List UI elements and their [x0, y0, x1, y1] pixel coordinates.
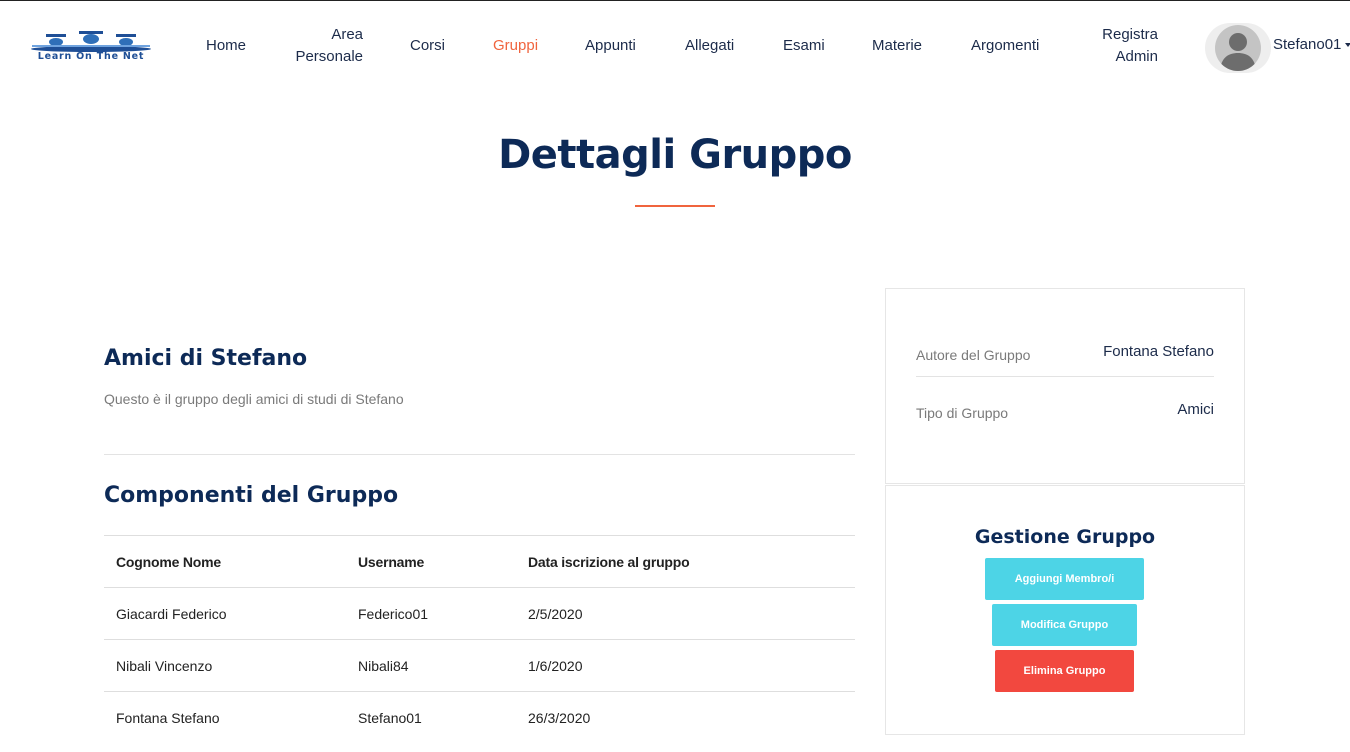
nav-appunti[interactable]: Appunti	[585, 35, 636, 57]
members-table: Cognome Nome Username Data iscrizione al…	[104, 535, 855, 744]
group-name: Amici di Stefano	[104, 346, 308, 371]
nav-home[interactable]: Home	[206, 35, 246, 57]
table-row: Giacardi Federico Federico01 2/5/2020	[104, 587, 855, 640]
member-join-date: 2/5/2020	[516, 587, 855, 640]
member-name: Fontana Stefano	[116, 709, 220, 726]
member-name: Giacardi Federico	[104, 587, 346, 640]
type-row: Tipo di Gruppo Amici	[916, 401, 1214, 421]
members-title: Componenti del Gruppo	[104, 483, 399, 508]
author-row: Autore del Gruppo Fontana Stefano	[916, 343, 1214, 363]
nav-gruppi[interactable]: Gruppi	[493, 35, 538, 57]
member-username: Nibali84	[346, 639, 516, 692]
logo-graduates-icon	[31, 31, 151, 52]
table-row: Fontana Stefano Stefano01 26/3/2020	[104, 692, 855, 744]
group-management-card: Gestione Gruppo Aggiungi Membro/i Modifi…	[885, 485, 1245, 735]
add-member-button[interactable]: Aggiungi Membro/i	[985, 558, 1144, 600]
member-join-date: 26/3/2020	[528, 709, 591, 726]
chevron-down-icon[interactable]	[1345, 43, 1350, 47]
column-header-name: Cognome Nome	[104, 535, 346, 588]
page-title: Dettagli Gruppo	[498, 132, 852, 178]
nav-area-personale[interactable]: Area Personale	[293, 24, 363, 68]
section-divider	[104, 454, 855, 455]
nav-corsi[interactable]: Corsi	[410, 35, 445, 57]
type-value: Amici	[1177, 401, 1214, 418]
member-username: Stefano01	[358, 709, 422, 726]
info-divider	[916, 376, 1214, 377]
type-label: Tipo di Gruppo	[916, 405, 1009, 421]
member-name: Nibali Vincenzo	[104, 639, 346, 692]
site-header: Learn On The Net Home Area Personale Cor…	[0, 1, 1350, 89]
nav-argomenti[interactable]: Argomenti	[971, 35, 1039, 57]
member-username: Federico01	[346, 587, 516, 640]
table-header-row: Cognome Nome Username Data iscrizione al…	[104, 535, 855, 588]
management-title: Gestione Gruppo	[974, 526, 1156, 548]
author-label: Autore del Gruppo	[916, 347, 1031, 363]
user-menu-name[interactable]: Stefano01	[1273, 35, 1341, 55]
logo-text: Learn On The Net	[37, 51, 145, 62]
edit-group-button[interactable]: Modifica Gruppo	[992, 604, 1137, 646]
column-header-username: Username	[346, 535, 516, 588]
delete-group-button[interactable]: Elimina Gruppo	[995, 650, 1134, 692]
table-row: Nibali Vincenzo Nibali84 1/6/2020	[104, 639, 855, 692]
nav-materie[interactable]: Materie	[872, 35, 922, 57]
nav-registra-admin[interactable]: Registra Admin	[1094, 24, 1158, 68]
group-description: Questo è il gruppo degli amici di studi …	[104, 391, 404, 407]
avatar[interactable]	[1205, 23, 1271, 73]
member-join-date: 1/6/2020	[516, 639, 855, 692]
nav-esami[interactable]: Esami	[783, 35, 825, 57]
nav-allegati[interactable]: Allegati	[685, 35, 734, 57]
user-placeholder-icon	[1215, 25, 1261, 71]
group-info-card: Autore del Gruppo Fontana Stefano Tipo d…	[885, 288, 1245, 484]
title-underline	[635, 205, 715, 207]
author-value: Fontana Stefano	[1103, 343, 1214, 360]
column-header-join-date: Data iscrizione al gruppo	[516, 535, 855, 588]
site-logo[interactable]: Learn On The Net	[20, 29, 162, 63]
